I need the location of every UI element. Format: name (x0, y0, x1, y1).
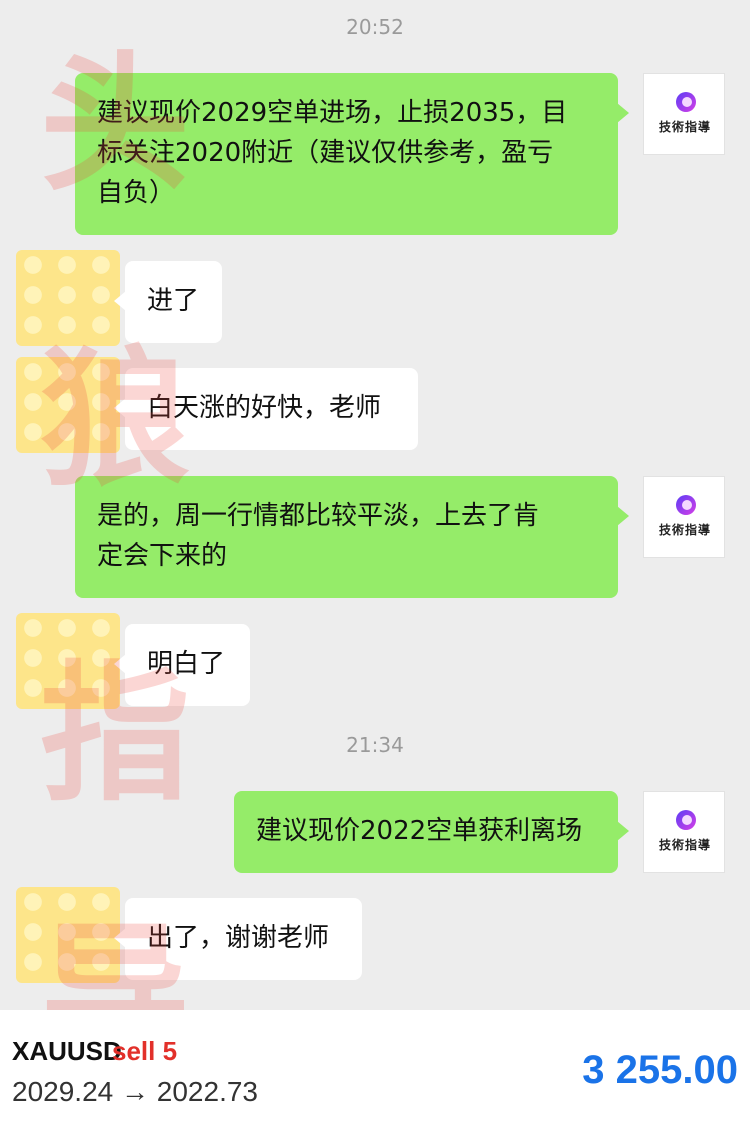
teacher-avatar[interactable]: 技術指導 (643, 73, 725, 155)
watermark-char: 指 (40, 648, 191, 822)
client-avatar[interactable] (16, 250, 120, 346)
logo-icon (676, 92, 696, 112)
timestamp: 20:52 (346, 15, 404, 39)
arrow-right-icon: → (121, 1076, 149, 1107)
chat-area: 20:52 建议现价2029空单进场，止损2035，目 标关注2020附近（建议… (0, 0, 750, 1010)
teacher-avatar[interactable]: 技術指導 (643, 791, 725, 873)
trade-prices: 2029.24 → 2022.73 (12, 1076, 258, 1108)
trade-symbol: XAUUSD (12, 1036, 122, 1066)
logo-icon (676, 495, 696, 515)
logo-icon (676, 810, 696, 830)
message-bubble-client[interactable]: 进了 (114, 261, 222, 343)
avatar-brand-text: 技術指導 (658, 523, 711, 537)
close-price: 2022.73 (156, 1076, 258, 1107)
message-bubble-teacher[interactable]: 建议现价2022空单获利离场 (234, 791, 629, 873)
trade-summary-panel[interactable]: XAUUSD sell 5 2029.24 → 2022.73 3 255.00 (0, 1010, 750, 1125)
open-price: 2029.24 (12, 1076, 114, 1107)
watermark-char: 狼 (40, 333, 191, 507)
trade-side: sell 5 (112, 1036, 178, 1066)
teacher-avatar[interactable]: 技術指導 (643, 476, 725, 558)
trade-profit: 3 255.00 (582, 1048, 738, 1092)
watermark-char: 头 (40, 38, 191, 212)
avatar-brand-text: 技術指導 (658, 838, 711, 852)
watermark-char: 导 (40, 908, 191, 1010)
avatar-brand-text: 技術指導 (658, 120, 711, 134)
